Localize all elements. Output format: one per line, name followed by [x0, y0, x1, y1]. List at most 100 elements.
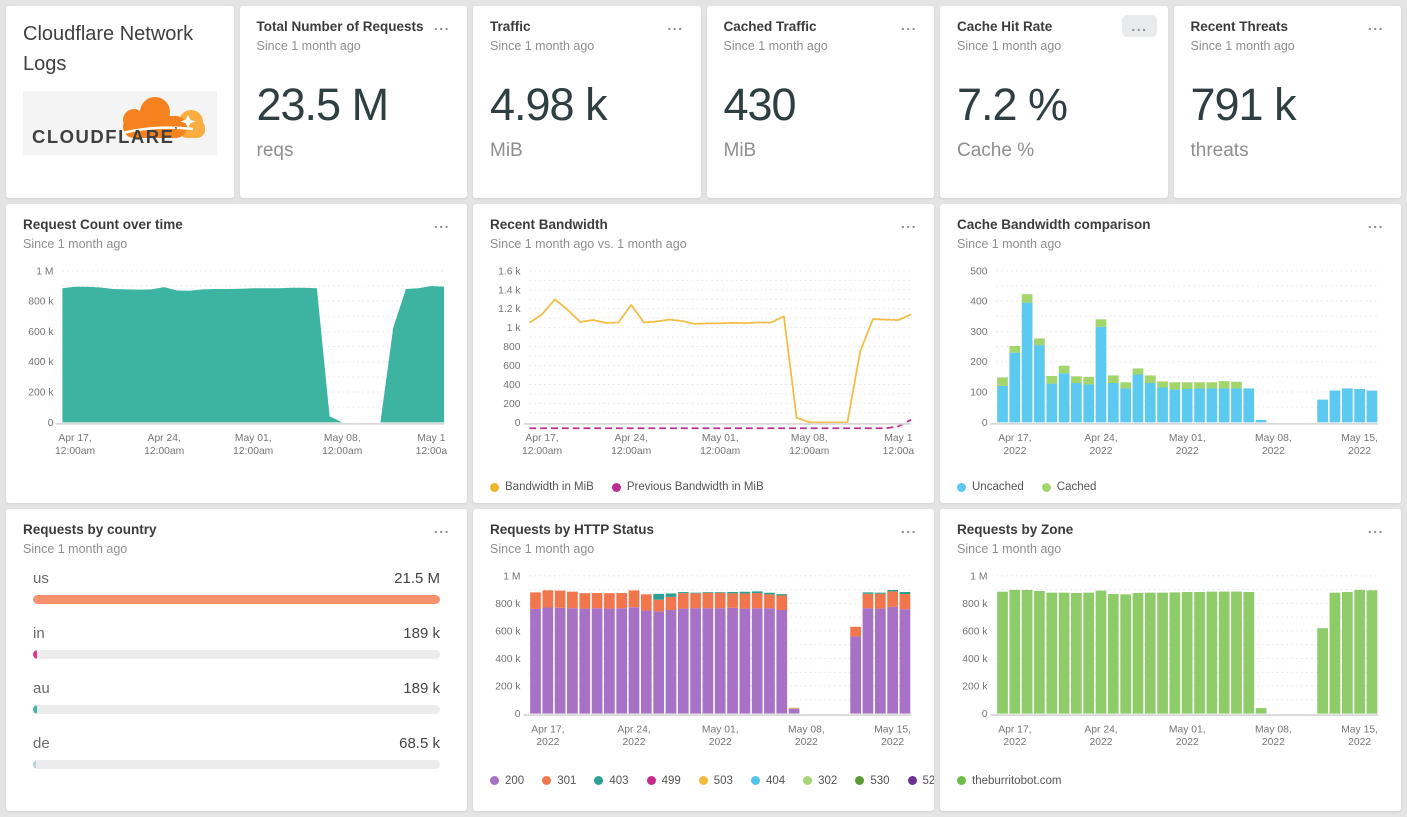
stat-value: 7.2 % [957, 78, 1068, 130]
svg-text:0: 0 [982, 709, 988, 720]
panel-menu-icon[interactable]: ... [430, 212, 454, 234]
svg-text:0: 0 [982, 418, 988, 429]
svg-text:2022: 2022 [881, 737, 904, 748]
svg-text:2022: 2022 [795, 737, 818, 748]
legend-item[interactable]: 526 [907, 775, 934, 787]
svg-text:2022: 2022 [1003, 446, 1026, 457]
svg-text:2022: 2022 [1090, 446, 1113, 457]
legend-item[interactable]: 403 [594, 775, 629, 787]
svg-text:12:00am: 12:00am [700, 446, 740, 457]
country-row: in 189 k [33, 625, 440, 659]
stat-title: Cached Traffic [723, 19, 817, 34]
panel-title: Recent Bandwidth [490, 217, 608, 232]
header-card: Cloudflare Network Logs CLOUDFLARE’ [6, 6, 234, 198]
stat-title: Total Number of Requests [256, 19, 424, 34]
country-value: 21.5 M [394, 569, 440, 587]
panel-request-count: ... Request Count over time Since 1 mont… [6, 204, 467, 503]
legend-item[interactable]: 499 [646, 775, 681, 787]
panel-menu-icon[interactable]: ... [1364, 212, 1388, 234]
svg-text:1.6 k: 1.6 k [498, 266, 521, 277]
svg-text:2022: 2022 [1176, 446, 1199, 457]
svg-text:2022: 2022 [1348, 737, 1371, 748]
country-bar [33, 704, 440, 714]
svg-text:Apr 24,: Apr 24, [617, 724, 650, 735]
panel-menu-icon[interactable]: ... [430, 517, 454, 539]
panel-menu-icon[interactable]: ... [430, 14, 454, 36]
panel-subtitle: Since 1 month ago [23, 236, 128, 251]
legend-item[interactable]: Cached [1041, 481, 1096, 493]
legend-dot-icon [542, 776, 552, 786]
legend-item[interactable]: Bandwidth in MiB [490, 481, 594, 493]
panel-menu-icon[interactable]: ... [897, 517, 921, 539]
country-bar [33, 649, 440, 659]
svg-text:Apr 24,: Apr 24, [1084, 724, 1117, 735]
svg-text:May 01,: May 01, [702, 433, 739, 444]
country-row: au 189 k [33, 680, 440, 714]
svg-text:600 k: 600 k [495, 626, 521, 637]
panel-menu-icon[interactable]: ... [1364, 14, 1388, 36]
stat-title: Traffic [490, 19, 531, 34]
legend-item[interactable]: 301 [542, 775, 576, 787]
svg-text:800 k: 800 k [495, 599, 521, 610]
svg-text:Apr 17,: Apr 17, [531, 724, 564, 735]
svg-text:200 k: 200 k [28, 387, 54, 398]
svg-text:500: 500 [970, 266, 987, 277]
request-count-chart: 1 M 800 k 600 k 400 k 200 k 0 Apr 17, 12:00am Ap… [23, 261, 450, 477]
country-label: in [33, 624, 45, 642]
stat-card-recent-threats: ... Recent Threats Since 1 month ago 791… [1173, 6, 1401, 198]
stat-value: 430 [723, 78, 797, 130]
legend-item[interactable]: 530 [855, 775, 890, 787]
legend-item[interactable]: theburritobot.com [957, 775, 1062, 787]
svg-text:12:00am: 12:00am [55, 446, 95, 457]
svg-text:400 k: 400 k [962, 654, 988, 665]
svg-text:2022: 2022 [623, 737, 646, 748]
http-status-chart: 1 M 800 k 600 k 400 k 200 k 0 Apr 17, 2022 Apr 2… [490, 566, 917, 771]
svg-text:Apr 17,: Apr 17, [525, 433, 558, 444]
page-title: Cloudflare Network Logs [23, 23, 194, 75]
stat-unit: MiB [490, 139, 523, 161]
legend-dot-icon [698, 776, 708, 786]
svg-text:2022: 2022 [1262, 737, 1285, 748]
legend-item[interactable]: Previous Bandwidth in MiB [611, 481, 764, 493]
panel-menu-icon[interactable]: ... [897, 212, 921, 234]
legend-item[interactable]: 200 [490, 775, 524, 787]
panel-menu-icon[interactable]: ... [1364, 517, 1388, 539]
svg-text:1 M: 1 M [970, 571, 987, 582]
panel-menu-icon[interactable]: ... [663, 14, 687, 36]
panel-menu-icon[interactable]: ... [1122, 15, 1157, 37]
legend-dot-icon [750, 776, 760, 786]
legend-item[interactable]: 404 [750, 775, 785, 787]
legend-item[interactable]: Uncached [957, 481, 1024, 493]
svg-text:May 08,: May 08, [791, 433, 828, 444]
svg-text:200: 200 [970, 357, 987, 368]
svg-text:12:00am: 12:00am [611, 446, 651, 457]
svg-text:May 1: May 1 [417, 433, 445, 444]
svg-text:2022: 2022 [1090, 737, 1113, 748]
stat-subtitle: Since 1 month ago [957, 38, 1062, 53]
stat-subtitle: Since 1 month ago [256, 38, 361, 53]
dashboard-grid: Cloudflare Network Logs CLOUDFLARE’ ... … [0, 0, 1407, 817]
svg-text:0: 0 [48, 418, 54, 429]
stat-subtitle: Since 1 month ago [490, 38, 595, 53]
requests-by-zone-chart: 1 M 800 k 600 k 400 k 200 k 0 Apr 17, 2022 Apr 2… [957, 566, 1384, 771]
svg-text:2022: 2022 [1348, 446, 1371, 457]
svg-text:600 k: 600 k [962, 626, 988, 637]
svg-text:May 15,: May 15, [874, 724, 911, 735]
country-label: de [33, 734, 50, 752]
panel-menu-icon[interactable]: ... [897, 14, 921, 36]
country-bar [33, 759, 440, 769]
legend-item[interactable]: 503 [698, 775, 733, 787]
svg-text:2022: 2022 [709, 737, 732, 748]
requests-by-zone-legend: theburritobot.com [957, 775, 1384, 787]
svg-text:200 k: 200 k [962, 681, 988, 692]
svg-text:Apr 17,: Apr 17, [58, 433, 91, 444]
stat-title: Recent Threats [1190, 19, 1289, 34]
svg-text:12:00a: 12:00a [883, 446, 915, 457]
svg-text:12:00a: 12:00a [416, 446, 448, 457]
legend-item[interactable]: 302 [803, 775, 837, 787]
svg-text:400 k: 400 k [495, 654, 521, 665]
svg-text:Apr 17,: Apr 17, [998, 433, 1031, 444]
svg-text:May 1: May 1 [884, 433, 912, 444]
stat-card-cache-hit-rate: ... Cache Hit Rate Since 1 month ago 7.2… [940, 6, 1168, 198]
stat-subtitle: Since 1 month ago [723, 38, 828, 53]
